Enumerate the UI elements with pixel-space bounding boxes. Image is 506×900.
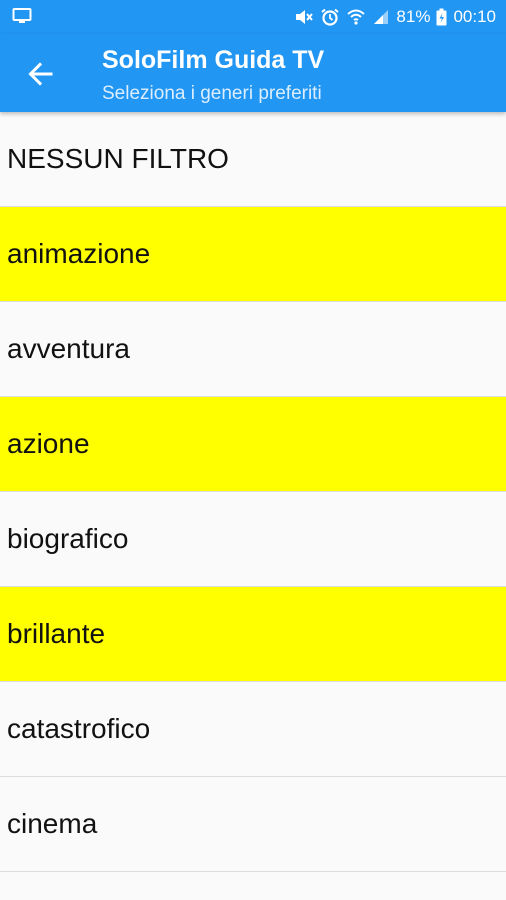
- genre-item-biografico[interactable]: biografico: [0, 492, 506, 587]
- genre-item-brillante[interactable]: brillante: [0, 587, 506, 682]
- app-title: SoloFilm Guida TV: [102, 46, 325, 74]
- battery-percent: 81%: [396, 7, 431, 26]
- screen-icon: [12, 7, 32, 30]
- status-icons: 81% 00:10: [294, 0, 496, 34]
- back-arrow-icon: [28, 62, 53, 86]
- alarm-icon: [320, 8, 340, 26]
- genre-item-catastrofico[interactable]: catastrofico: [0, 682, 506, 777]
- clock: 00:10: [453, 7, 496, 26]
- genre-item-nessun-filtro[interactable]: NESSUN FILTRO: [0, 112, 506, 207]
- genre-list: NESSUN FILTRO animazione avventura azion…: [0, 112, 506, 872]
- signal-icon: [372, 8, 390, 26]
- status-bar: 81% 00:10: [0, 0, 506, 34]
- app-subtitle: Seleziona i generi preferiti: [102, 83, 322, 104]
- battery-icon: [436, 8, 447, 26]
- genre-item-animazione[interactable]: animazione: [0, 207, 506, 302]
- back-button[interactable]: [18, 52, 62, 96]
- genre-item-cinema[interactable]: cinema: [0, 777, 506, 872]
- wifi-icon: [346, 8, 366, 26]
- mute-icon: [294, 8, 314, 26]
- genre-item-azione[interactable]: azione: [0, 397, 506, 492]
- genre-item-avventura[interactable]: avventura: [0, 302, 506, 397]
- app-bar: SoloFilm Guida TV Seleziona i generi pre…: [0, 34, 506, 112]
